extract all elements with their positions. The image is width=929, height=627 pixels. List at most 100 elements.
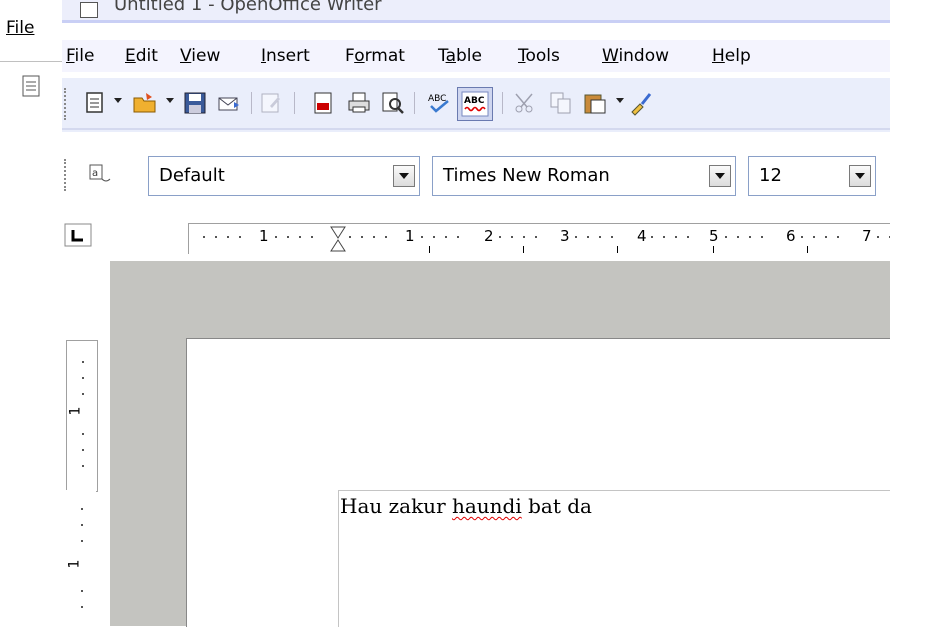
tab-stop-marker[interactable]: [429, 246, 430, 253]
ruler-dot: [651, 236, 653, 238]
spellcheck-icon[interactable]: ABC: [426, 90, 452, 116]
svg-text:ABC: ABC: [464, 96, 485, 106]
toolbar-border: [62, 128, 890, 130]
new-document-icon[interactable]: [82, 90, 108, 116]
ruler-dot: [275, 236, 277, 238]
tab-stop-marker[interactable]: [617, 246, 618, 253]
ruler-dot: [385, 236, 387, 238]
vertical-ruler-active[interactable]: 1: [66, 340, 98, 492]
print-icon[interactable]: [346, 90, 372, 116]
autospellcheck-toggle[interactable]: ABC: [457, 87, 493, 121]
ruler-dot: [81, 590, 83, 592]
toolbar-separator: [251, 92, 252, 114]
document-text[interactable]: Hau zakur haundi bat da: [340, 494, 592, 518]
vruler-label: 1: [66, 559, 83, 569]
email-icon[interactable]: [216, 90, 242, 116]
background-area: [890, 78, 929, 132]
ruler-label: 4: [637, 227, 647, 245]
menu-view[interactable]: View: [180, 46, 220, 66]
tab-stop-selector-icon[interactable]: [64, 223, 94, 249]
ruler-dot: [535, 236, 537, 238]
ruler-dot: [82, 449, 84, 451]
menu-help[interactable]: Help: [712, 46, 751, 66]
svg-text:a: a: [92, 168, 98, 179]
toolbar-separator: [294, 92, 295, 114]
misspelled-word[interactable]: haundi: [452, 494, 522, 518]
ruler-dot: [611, 236, 613, 238]
font-name-value: Times New Roman: [443, 165, 610, 186]
save-disk-icon[interactable]: [182, 90, 208, 116]
tab-stop-marker[interactable]: [807, 246, 808, 253]
paste-icon[interactable]: [582, 90, 608, 116]
horizontal-ruler[interactable]: 1 1 2 3 4 5 6 7: [188, 223, 891, 254]
menu-window[interactable]: Window: [602, 46, 669, 66]
font-name-combo[interactable]: Times New Roman: [432, 156, 736, 196]
ruler-dot: [81, 606, 83, 608]
ruler-label: 1: [259, 227, 269, 245]
font-size-combo[interactable]: 12: [748, 156, 876, 196]
ruler-dot: [675, 236, 677, 238]
ruler-dot: [421, 236, 423, 238]
page-preview-icon[interactable]: [380, 90, 406, 116]
ruler-dot: [575, 236, 577, 238]
tab-stop-marker[interactable]: [713, 246, 714, 253]
ruler-dot: [725, 236, 727, 238]
ruler-dot: [749, 236, 751, 238]
background-file-menu[interactable]: File: [6, 18, 34, 38]
window-title: Untitled 1 - OpenOffice Writer: [114, 0, 382, 15]
clone-formatting-icon[interactable]: [628, 90, 654, 116]
ruler-dot: [311, 236, 313, 238]
ruler-dot: [587, 236, 589, 238]
vertical-ruler[interactable]: 1: [66, 490, 96, 626]
ruler-dot: [761, 236, 763, 238]
ruler-dot: [457, 236, 459, 238]
font-size-dropdown-button[interactable]: [849, 165, 871, 187]
toolbar-grip[interactable]: [64, 159, 69, 191]
ruler-label: 2: [484, 227, 494, 245]
paragraph-style-combo[interactable]: Default: [148, 156, 420, 196]
writer-app-icon: [80, 2, 98, 18]
new-dropdown-arrow[interactable]: [114, 98, 122, 103]
font-name-dropdown-button[interactable]: [709, 165, 731, 187]
tab-stop-marker[interactable]: [523, 246, 524, 253]
menu-bar: File Edit View Insert Format Table Tools…: [62, 40, 890, 72]
ruler-dot: [227, 236, 229, 238]
paste-dropdown-arrow[interactable]: [616, 98, 624, 103]
export-pdf-icon[interactable]: [310, 90, 336, 116]
background-area: [890, 145, 929, 626]
menu-insert[interactable]: Insert: [261, 46, 310, 66]
ruler-dot: [663, 236, 665, 238]
ruler-dot: [523, 236, 525, 238]
ruler-dot: [373, 236, 375, 238]
ruler-dot: [81, 508, 83, 510]
ruler-dot: [81, 524, 83, 526]
vruler-label: 1: [67, 406, 84, 416]
toolbar-grip[interactable]: [64, 88, 69, 120]
document-word: bat da: [521, 494, 592, 518]
ruler-dot: [349, 236, 351, 238]
menu-edit[interactable]: Edit: [125, 46, 158, 66]
menu-tools[interactable]: Tools: [518, 46, 560, 66]
open-dropdown-arrow[interactable]: [166, 98, 174, 103]
paragraph-style-dropdown-button[interactable]: [393, 165, 415, 187]
ruler-dot: [81, 540, 83, 542]
title-bar: Untitled 1 - OpenOffice Writer: [62, 0, 890, 23]
styles-formatting-icon[interactable]: a: [86, 161, 114, 189]
menu-file[interactable]: File: [66, 46, 94, 66]
edit-file-icon[interactable]: [258, 90, 284, 116]
menu-table[interactable]: Table: [438, 46, 482, 66]
indent-marker-icon[interactable]: [329, 226, 347, 252]
ruler-dot: [82, 361, 84, 363]
ruler-label: 6: [786, 227, 796, 245]
ruler-dot: [82, 433, 84, 435]
document-icon: [22, 75, 40, 97]
copy-icon[interactable]: [548, 90, 574, 116]
open-folder-icon[interactable]: [132, 90, 158, 116]
menu-format[interactable]: Format: [345, 46, 405, 66]
cut-icon[interactable]: [512, 90, 538, 116]
document-word: Hau zakur: [340, 494, 452, 518]
paragraph-style-value: Default: [159, 165, 225, 186]
ruler-dot: [877, 236, 879, 238]
ruler-label: 3: [560, 227, 570, 245]
ruler-dot: [361, 236, 363, 238]
